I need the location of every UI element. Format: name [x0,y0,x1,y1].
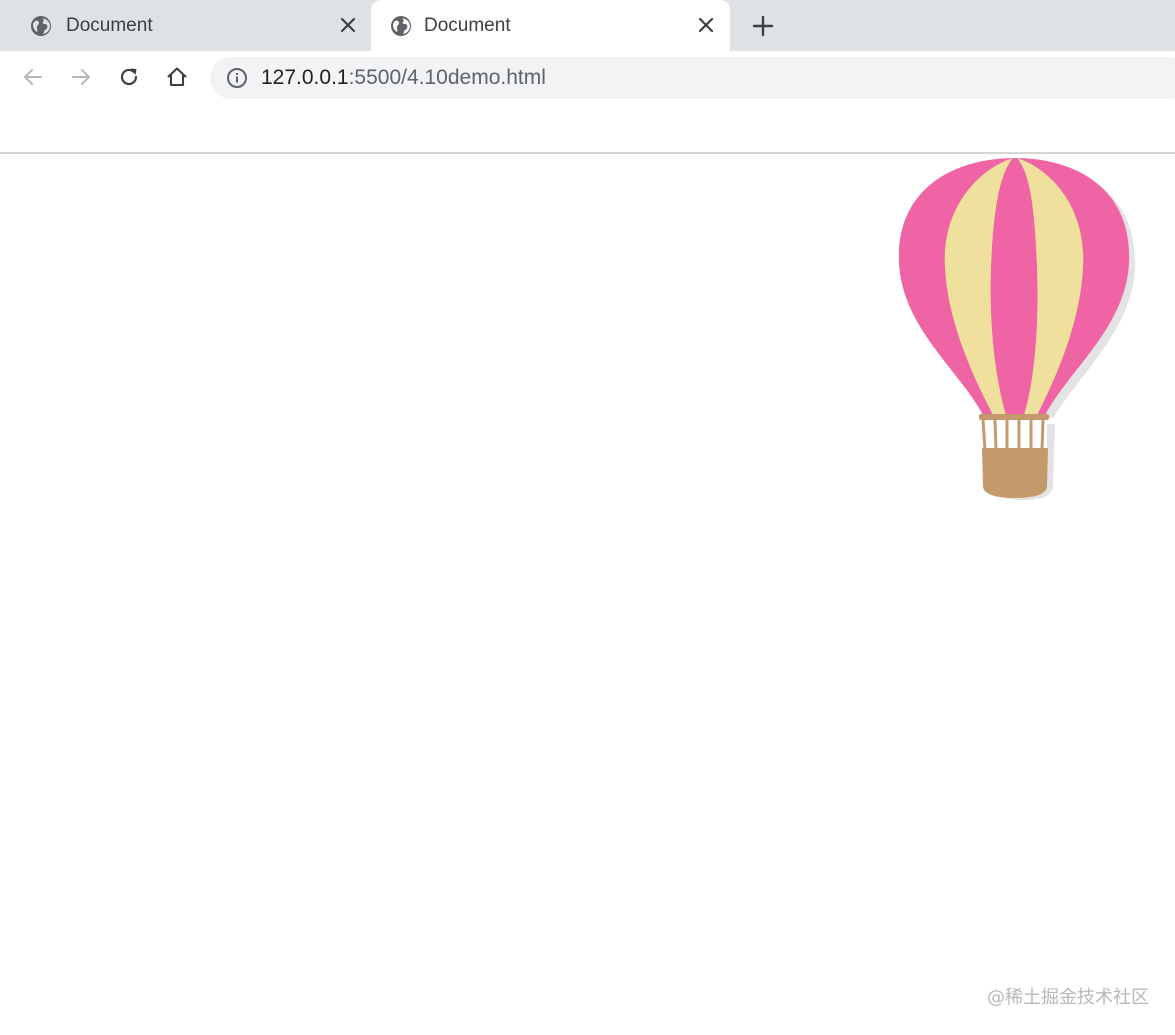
toolbar-spacer [0,103,1175,153]
tab-title: Document [424,15,511,36]
url-text[interactable]: 127.0.0.1:5500/4.10demo.html [261,66,546,90]
new-tab-plus-icon[interactable] [751,14,775,38]
address-bar[interactable]: 127.0.0.1:5500/4.10demo.html [210,57,1175,99]
browser-window: Document Document 127.0.0.1:5500/4.10dem… [0,0,1175,1035]
url-path: :5500/4.10demo.html [348,66,546,89]
tab-document-2[interactable]: Document [371,0,730,51]
watermark-text: @稀土掘金技术社区 [987,987,1149,1008]
tab-title: Document [66,15,153,36]
browser-toolbar: 127.0.0.1:5500/4.10demo.html [0,51,1175,103]
globe-icon [391,16,411,36]
arrow-left-icon[interactable] [21,65,45,89]
tab-strip: Document Document [0,0,1175,51]
home-icon[interactable] [165,65,189,89]
globe-icon [31,16,51,36]
hot-air-balloon-image [898,158,1136,500]
reload-icon[interactable] [117,65,141,89]
close-icon[interactable] [338,15,358,35]
info-icon[interactable] [226,67,248,89]
close-icon[interactable] [696,15,716,35]
tab-document-1[interactable]: Document [0,0,370,51]
arrow-right-icon[interactable] [69,65,93,89]
page-viewport: @稀土掘金技术社区 [0,154,1175,1035]
url-host: 127.0.0.1 [261,66,349,89]
